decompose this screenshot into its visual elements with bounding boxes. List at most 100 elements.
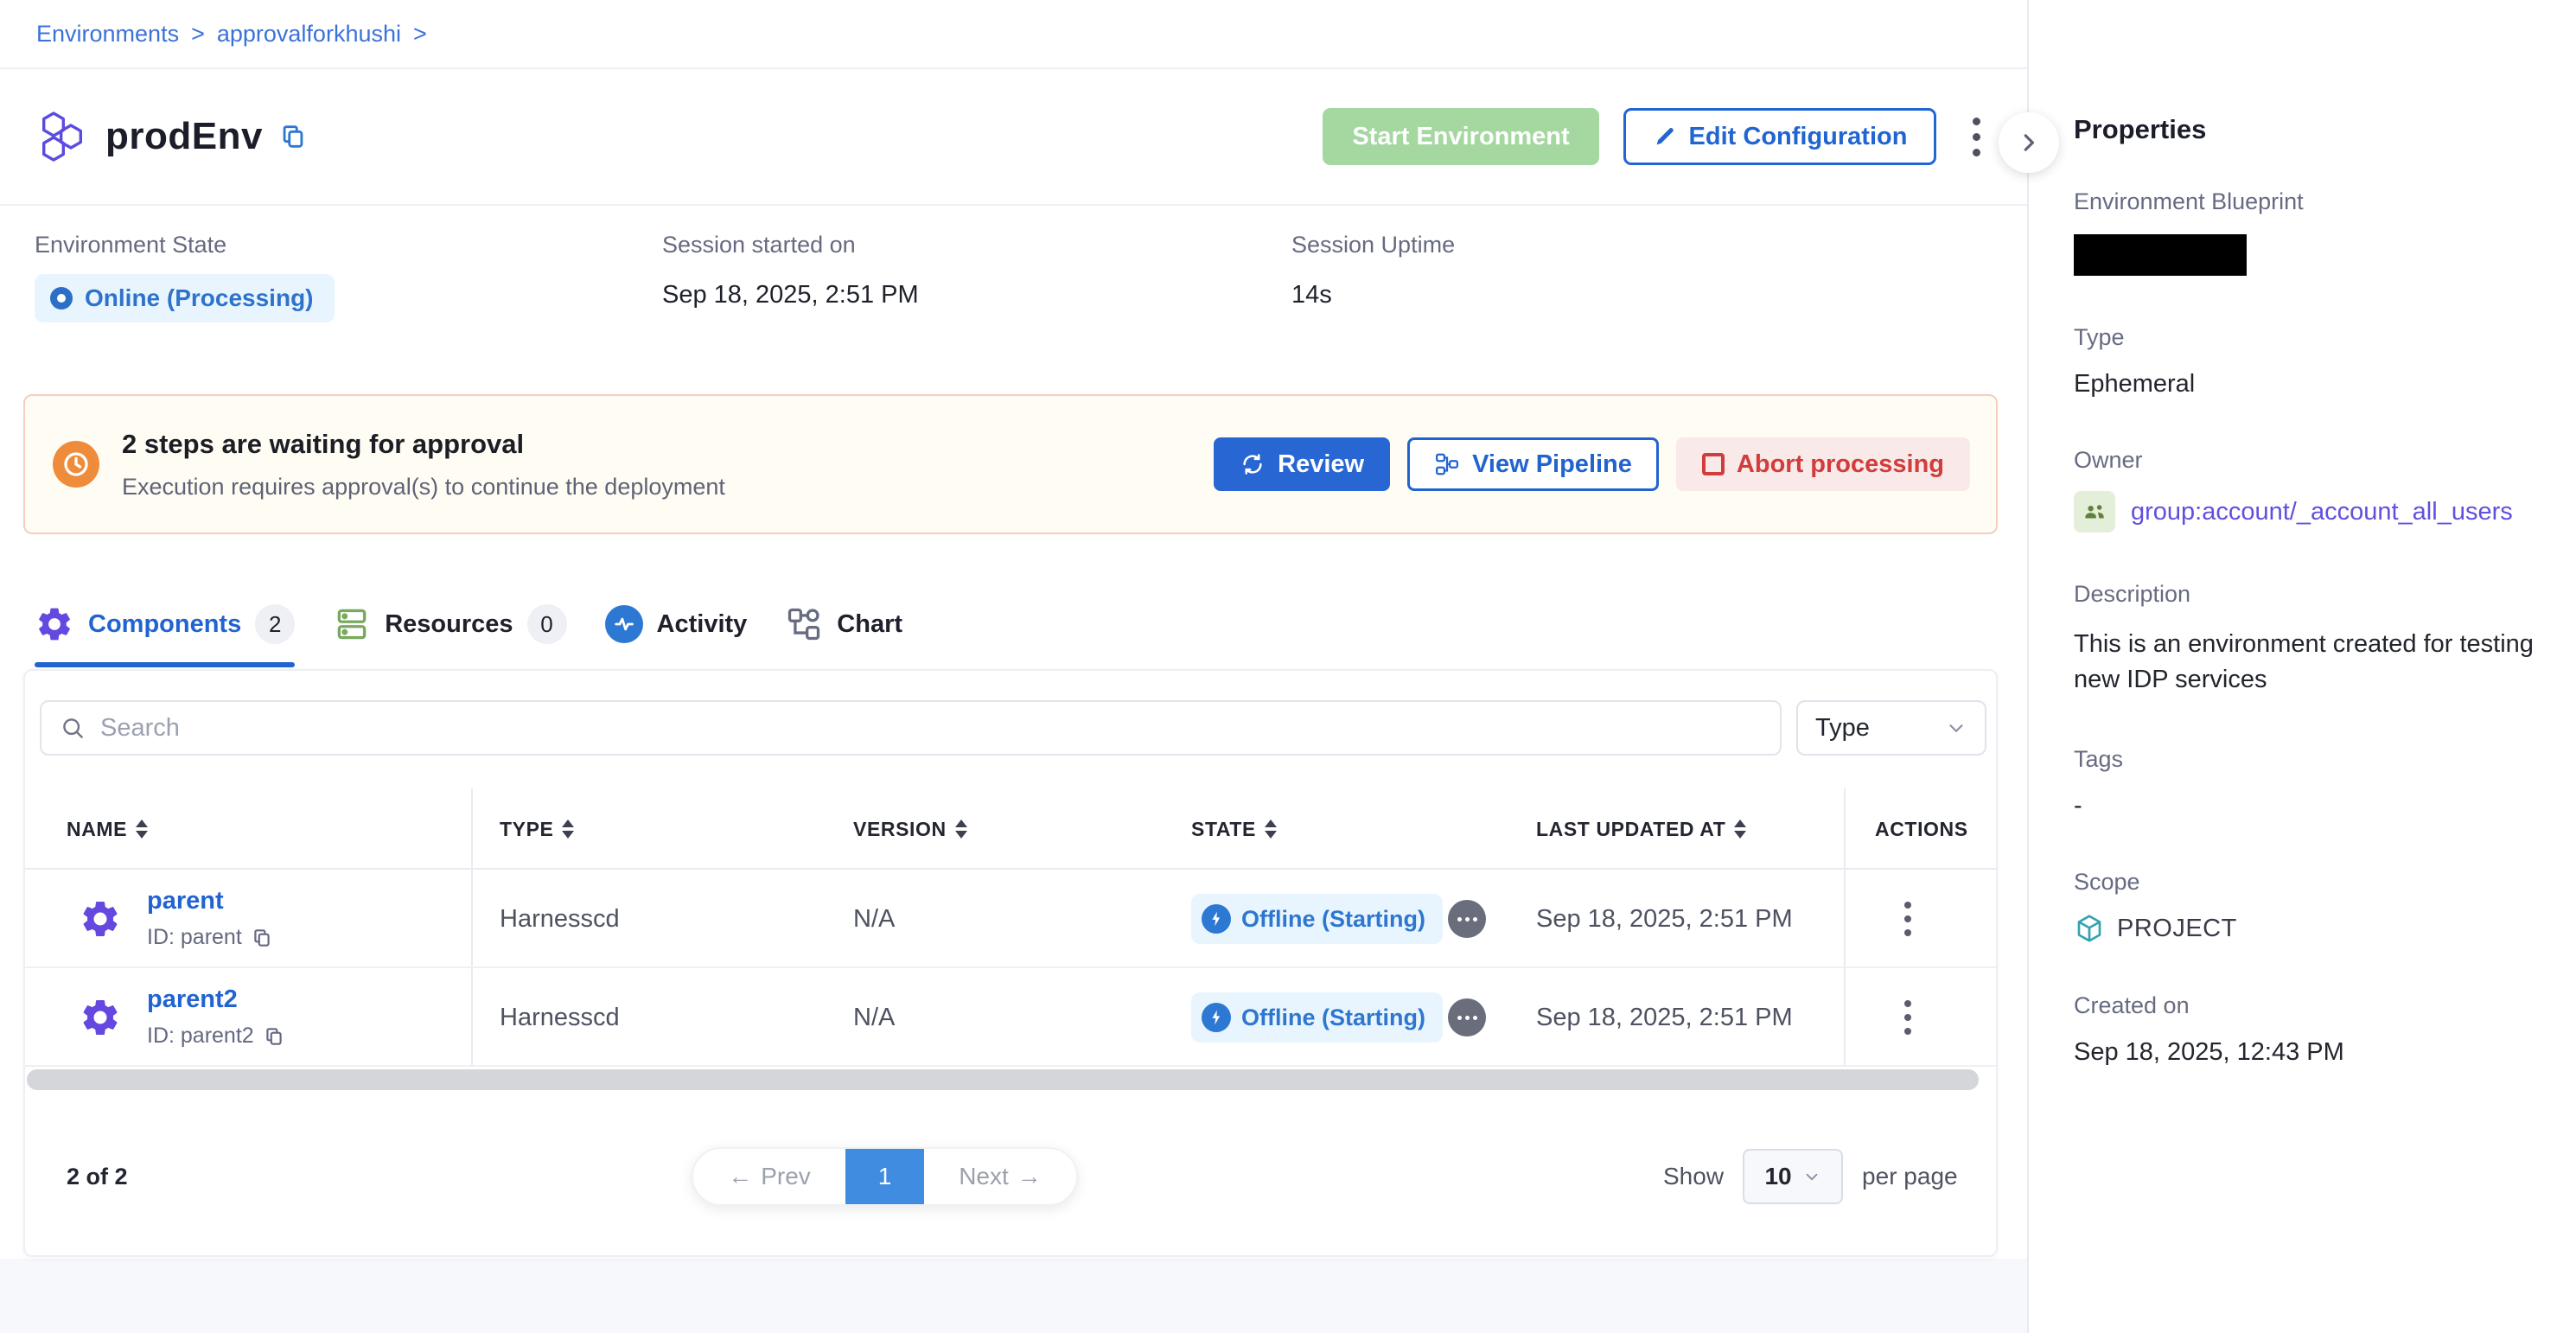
page-header: prodEnv Start Environment Edit Configura… bbox=[0, 69, 2027, 206]
prev-page-button[interactable]: ← Prev bbox=[693, 1149, 845, 1204]
tab-activity[interactable]: Activity bbox=[605, 590, 748, 667]
column-header-state[interactable]: STATE bbox=[1191, 788, 1277, 870]
column-header-name[interactable]: NAME bbox=[67, 788, 148, 870]
table-row: parent ID: parent Harnesscd N/A bbox=[25, 870, 1996, 968]
column-header-version[interactable]: VERSION bbox=[853, 788, 967, 870]
column-header-actions: ACTIONS bbox=[1875, 788, 1968, 870]
component-last-updated: Sep 18, 2025, 2:51 PM bbox=[1536, 968, 1793, 1067]
session-started-block: Session started on Sep 18, 2025, 2:51 PM bbox=[662, 232, 1291, 322]
row-actions-menu[interactable] bbox=[1892, 870, 1923, 968]
online-status-icon bbox=[50, 287, 73, 309]
column-header-last-updated[interactable]: LAST UPDATED AT bbox=[1536, 788, 1746, 870]
component-state-badge: Offline (Starting) bbox=[1191, 894, 1443, 944]
session-stats: Environment State Online (Processing) Se… bbox=[35, 232, 1455, 322]
chart-icon bbox=[785, 605, 823, 643]
view-pipeline-button[interactable]: View Pipeline bbox=[1407, 437, 1659, 491]
page-size-value: 10 bbox=[1764, 1163, 1791, 1190]
sort-icon bbox=[955, 820, 967, 839]
session-uptime-label: Session Uptime bbox=[1291, 232, 1455, 258]
breadcrumb-separator: > bbox=[413, 21, 427, 48]
tab-resources[interactable]: Resources 0 bbox=[333, 590, 566, 667]
blueprint-label: Environment Blueprint bbox=[2074, 188, 2550, 215]
right-arrow-icon: → bbox=[1017, 1163, 1042, 1190]
copy-name-icon[interactable] bbox=[278, 122, 308, 151]
cube-icon bbox=[2074, 913, 2105, 944]
breadcrumb-link-environment[interactable]: approvalforkhushi bbox=[217, 21, 401, 48]
session-started-value: Sep 18, 2025, 2:51 PM bbox=[662, 281, 1291, 309]
approval-banner-subtitle: Execution requires approval(s) to contin… bbox=[122, 474, 725, 501]
component-last-updated: Sep 18, 2025, 2:51 PM bbox=[1536, 870, 1793, 968]
breadcrumb-link-environments[interactable]: Environments bbox=[36, 21, 179, 48]
next-page-button[interactable]: Next → bbox=[924, 1149, 1076, 1204]
show-label: Show bbox=[1663, 1163, 1724, 1190]
horizontal-scrollbar[interactable] bbox=[27, 1069, 1979, 1090]
tags-label: Tags bbox=[2074, 746, 2550, 773]
tags-value: - bbox=[2074, 792, 2550, 820]
properties-panel: Properties Environment Blueprint Type Ep… bbox=[2029, 0, 2576, 1333]
pencil-icon bbox=[1653, 124, 1677, 149]
approval-banner-actions: Review View Pipeline Abor bbox=[1214, 437, 1970, 491]
sort-icon bbox=[136, 820, 148, 839]
review-button[interactable]: Review bbox=[1214, 437, 1390, 491]
type-filter-dropdown[interactable]: Type bbox=[1796, 700, 1986, 756]
sort-icon bbox=[562, 820, 574, 839]
approval-banner: 2 steps are waiting for approval Executi… bbox=[23, 394, 1998, 534]
type-filter-label: Type bbox=[1815, 714, 1870, 743]
column-header-type[interactable]: TYPE bbox=[500, 788, 574, 870]
pagination: 2 of 2 ← Prev 1 Next → Show 10 bbox=[25, 1147, 1996, 1206]
abort-processing-button[interactable]: Abort processing bbox=[1676, 437, 1970, 491]
collapse-panel-button[interactable] bbox=[1999, 112, 2059, 173]
component-name-link[interactable]: parent2 bbox=[147, 985, 238, 1014]
created-on-label: Created on bbox=[2074, 992, 2550, 1019]
gear-icon bbox=[35, 604, 74, 644]
view-pipeline-label: View Pipeline bbox=[1472, 450, 1632, 479]
description-label: Description bbox=[2074, 581, 2550, 608]
tab-resources-label: Resources bbox=[385, 610, 513, 639]
description-value: This is an environment created for testi… bbox=[2074, 627, 2536, 698]
properties-heading: Properties bbox=[2074, 114, 2550, 145]
tab-chart[interactable]: Chart bbox=[785, 590, 902, 667]
component-id-text: ID: parent bbox=[147, 925, 242, 950]
component-id: ID: parent2 bbox=[147, 1024, 285, 1049]
component-gear-icon bbox=[79, 996, 122, 1039]
type-label: Type bbox=[2074, 324, 2550, 351]
owner-row: group:account/_account_all_users bbox=[2074, 491, 2550, 533]
chevron-right-icon bbox=[2016, 130, 2042, 156]
page-number-button[interactable]: 1 bbox=[845, 1149, 924, 1204]
environment-state-badge: Online (Processing) bbox=[35, 274, 335, 322]
environment-icon bbox=[35, 109, 90, 164]
tab-components[interactable]: Components 2 bbox=[35, 590, 295, 667]
component-type: Harnesscd bbox=[500, 870, 620, 968]
chevron-down-icon bbox=[1802, 1167, 1821, 1186]
session-started-label: Session started on bbox=[662, 232, 1291, 258]
review-label: Review bbox=[1278, 450, 1364, 479]
lightning-icon bbox=[1202, 1003, 1231, 1032]
sort-icon bbox=[1265, 820, 1277, 839]
header-actions: Start Environment Edit Configuration bbox=[1323, 108, 1993, 165]
component-search bbox=[40, 700, 1782, 756]
activity-icon bbox=[605, 605, 643, 643]
lightning-icon bbox=[1202, 904, 1231, 934]
page-size-control: Show 10 per page bbox=[1663, 1147, 1958, 1206]
scope-value: PROJECT bbox=[2117, 915, 2237, 943]
sync-icon bbox=[1240, 451, 1266, 477]
row-actions-menu[interactable] bbox=[1892, 968, 1923, 1067]
pagination-pill: ← Prev 1 Next → bbox=[692, 1147, 1078, 1206]
processing-indicator-icon bbox=[1448, 900, 1486, 938]
detail-tabs: Components 2 Resources 0 bbox=[35, 590, 902, 667]
start-environment-button[interactable]: Start Environment bbox=[1323, 108, 1599, 165]
left-arrow-icon: ← bbox=[728, 1163, 752, 1190]
component-version: N/A bbox=[853, 968, 895, 1067]
edit-configuration-button[interactable]: Edit Configuration bbox=[1623, 108, 1936, 165]
copy-id-icon[interactable] bbox=[263, 1025, 285, 1048]
header-more-menu[interactable] bbox=[1961, 109, 1993, 165]
page-size-select[interactable]: 10 bbox=[1743, 1149, 1843, 1204]
search-input[interactable] bbox=[100, 714, 1780, 743]
owner-group-link[interactable]: group:account/_account_all_users bbox=[2131, 498, 2513, 526]
copy-id-icon[interactable] bbox=[251, 927, 273, 949]
pipeline-icon bbox=[1434, 451, 1460, 477]
scope-label: Scope bbox=[2074, 869, 2550, 896]
component-name-link[interactable]: parent bbox=[147, 887, 224, 915]
next-label: Next bbox=[959, 1163, 1009, 1190]
prev-label: Prev bbox=[761, 1163, 811, 1190]
